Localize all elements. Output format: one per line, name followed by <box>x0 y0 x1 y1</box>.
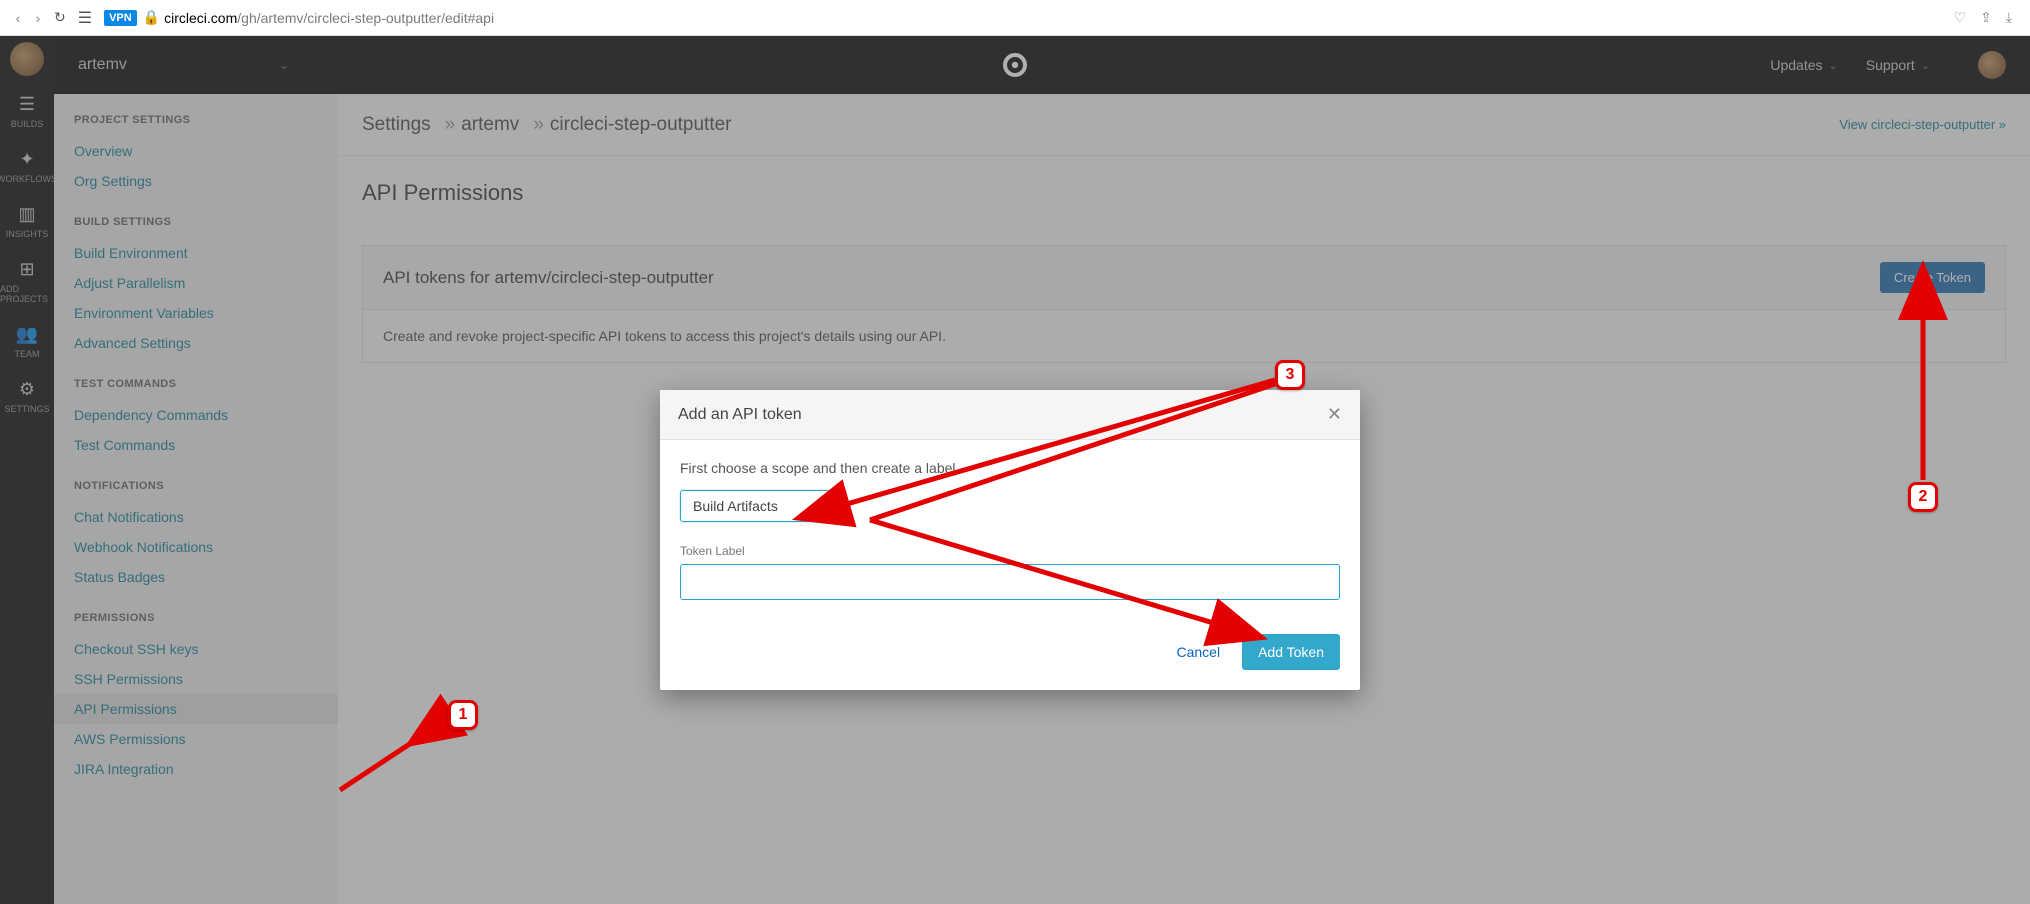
annotation-marker-3: 3 <box>1275 360 1305 390</box>
modal-hint: First choose a scope and then create a l… <box>680 460 1340 476</box>
browser-toolbar: ‹ › ↻ ☰ VPN 🔒 circleci.com/gh/artemv/cir… <box>0 0 2030 36</box>
forward-button[interactable]: › <box>28 10 48 26</box>
address-bar[interactable]: circleci.com/gh/artemv/circleci-step-out… <box>164 10 494 26</box>
favorite-icon[interactable]: ♡ <box>1954 9 1967 26</box>
close-icon[interactable]: ✕ <box>1327 404 1342 425</box>
scope-value: Build Artifacts <box>693 498 778 514</box>
lock-icon: 🔒 <box>143 9 160 26</box>
cancel-button[interactable]: Cancel <box>1177 644 1221 660</box>
token-label-caption: Token Label <box>680 544 1340 558</box>
annotation-marker-1: 1 <box>448 700 478 730</box>
back-button[interactable]: ‹ <box>8 10 28 26</box>
extensions-icon[interactable]: ☰ <box>78 8 92 28</box>
url-path: /gh/artemv/circleci-step-outputter/edit#… <box>237 10 494 26</box>
modal-title: Add an API token <box>678 406 802 424</box>
scope-select[interactable]: Build Artifacts ⌄ <box>680 490 830 522</box>
download-icon[interactable]: ⤓ <box>2006 9 2012 26</box>
url-domain: circleci.com <box>164 10 237 26</box>
reload-button[interactable]: ↻ <box>54 9 66 26</box>
modal-header: Add an API token ✕ <box>660 390 1360 440</box>
share-icon[interactable]: ⇪ <box>1980 9 1992 26</box>
vpn-badge: VPN <box>104 10 137 26</box>
annotation-marker-2: 2 <box>1908 482 1938 512</box>
token-label-input[interactable] <box>680 564 1340 600</box>
chevron-down-icon: ⌄ <box>808 500 817 513</box>
add-api-token-modal: Add an API token ✕ First choose a scope … <box>660 390 1360 690</box>
add-token-button[interactable]: Add Token <box>1242 634 1340 670</box>
